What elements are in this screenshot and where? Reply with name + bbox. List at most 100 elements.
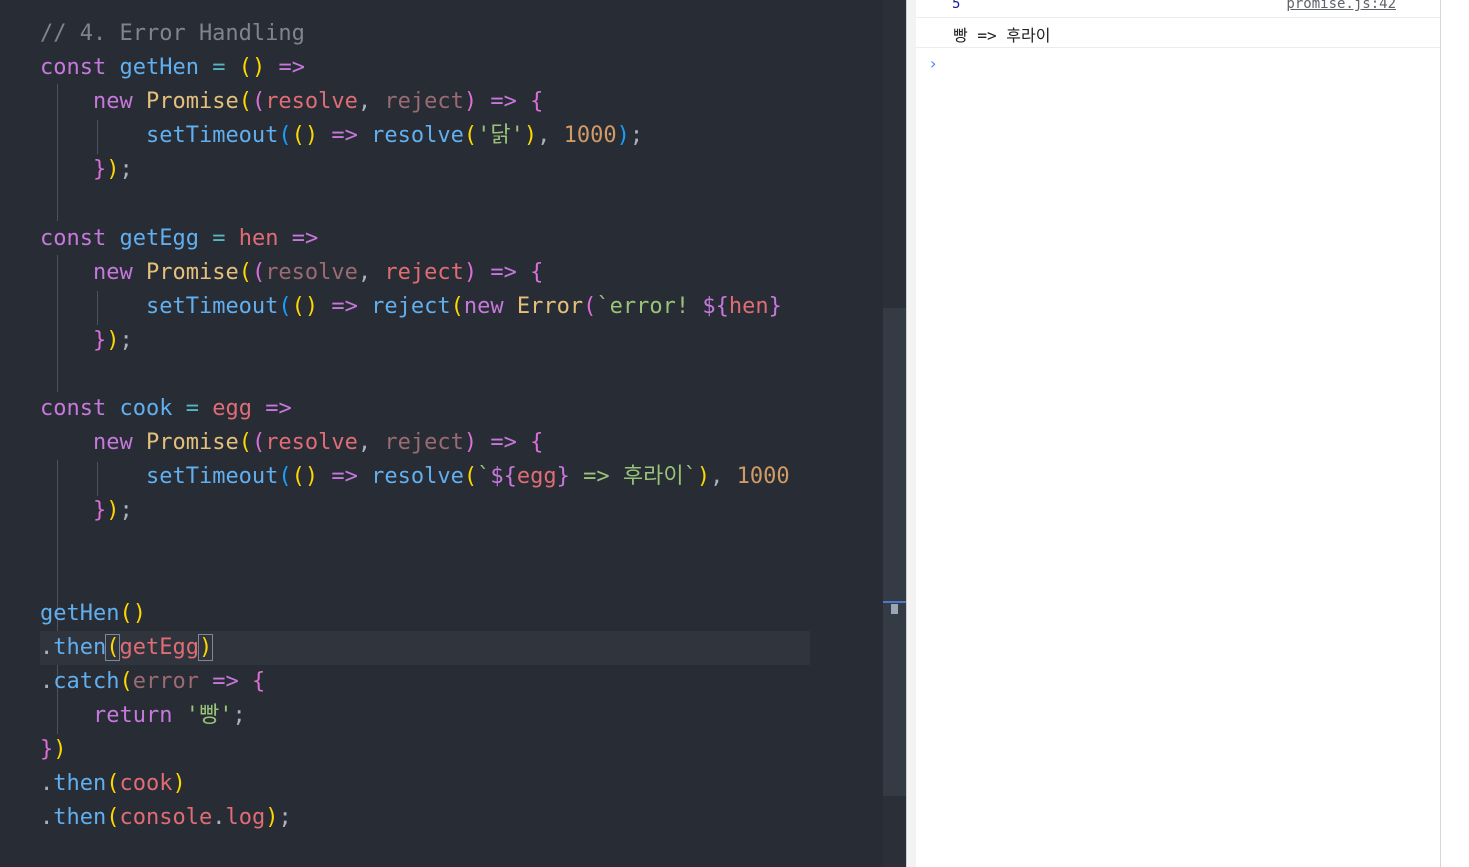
console-message-top: 5 promise.js:42: [916, 0, 1440, 18]
code-token: setTimeout: [145, 123, 279, 149]
code-token: `: [477, 464, 491, 490]
code-line[interactable]: .then(cook): [40, 767, 810, 801]
code-line[interactable]: // 4. Error Handling: [40, 17, 810, 51]
code-token: (: [106, 771, 120, 797]
code-token: {: [530, 430, 544, 456]
code-token: ): [523, 123, 538, 149]
code-token: ): [463, 259, 478, 285]
code-token: ): [265, 805, 279, 831]
code-token: const: [40, 55, 120, 81]
code-line[interactable]: getHen(): [40, 597, 810, 631]
editor-scrollbar[interactable]: [883, 0, 906, 867]
code-line[interactable]: new Promise((resolve, reject) => {: [40, 256, 810, 290]
code-token: ,: [357, 259, 385, 285]
code-line[interactable]: });: [40, 324, 810, 358]
code-token: cook: [119, 396, 173, 422]
code-token: then: [53, 805, 107, 831]
message-repeat-count: 5: [952, 0, 961, 12]
code-token: .: [40, 668, 54, 694]
code-line[interactable]: setTimeout(() => resolve(`${egg} => 후라이`…: [40, 460, 810, 494]
code-line[interactable]: [40, 529, 810, 563]
code-token: =: [172, 396, 213, 422]
code-token: reject: [384, 430, 464, 456]
code-line[interactable]: }): [40, 733, 810, 767]
code-token: (: [119, 668, 133, 694]
code-token: log: [225, 805, 266, 831]
code-token: }: [40, 737, 54, 763]
code-token: getHen: [119, 55, 199, 81]
code-line-current[interactable]: .then(getEgg): [40, 630, 810, 665]
code-token: 1000: [563, 123, 617, 149]
code-line[interactable]: const getEgg = hen =>: [40, 222, 810, 256]
code-token: Promise: [145, 89, 239, 115]
code-line[interactable]: const cook = egg =>: [40, 392, 810, 426]
code-token: (: [463, 464, 478, 490]
code-token: (): [291, 293, 319, 319]
code-line[interactable]: setTimeout(() => reject(new Error(`error…: [40, 290, 810, 324]
scrollbar-thumb[interactable]: [883, 308, 906, 796]
code-token: ;: [278, 805, 292, 831]
code-line[interactable]: });: [40, 494, 810, 528]
code-token: =>: [318, 464, 372, 490]
code-token: 1000: [736, 464, 790, 490]
code-token: }: [92, 157, 107, 183]
code-token: =>: [278, 225, 319, 251]
code-line[interactable]: new Promise((resolve, reject) => {: [40, 426, 810, 460]
code-line[interactable]: return '빵';: [40, 699, 810, 733]
code-token: ;: [119, 327, 133, 353]
code-token: =>: [251, 396, 292, 422]
code-token: (: [251, 430, 266, 456]
console-message-text: 빵 => 후라이: [953, 26, 1051, 45]
console-message: 빵 => 후라이: [916, 18, 1440, 48]
code-token: (: [251, 259, 266, 285]
code-token: .: [40, 634, 54, 660]
code-token: ): [463, 430, 478, 456]
code-token: ): [106, 498, 120, 524]
code-token: (: [463, 123, 478, 149]
code-token: ): [696, 464, 711, 490]
code-token: (: [278, 293, 292, 319]
code-token: =>: [318, 123, 372, 149]
code-editor[interactable]: // 4. Error Handling const getHen = () =>…: [0, 0, 883, 867]
code-token: ): [616, 123, 630, 149]
code-line[interactable]: .then(console.log);: [40, 801, 810, 835]
code-line[interactable]: [40, 188, 810, 222]
code-token: setTimeout: [145, 464, 279, 490]
code-token: cook: [119, 771, 173, 797]
code-token: }: [768, 293, 782, 319]
code-token: =>: [477, 430, 531, 456]
code-line[interactable]: setTimeout(() => resolve('닭'), 1000);: [40, 119, 810, 153]
code-token: ${: [490, 464, 517, 490]
code-token: new: [92, 430, 146, 456]
code-token: (): [291, 464, 319, 490]
code-token: Promise: [145, 430, 239, 456]
code-token: `error!: [596, 293, 703, 319]
code-token: {: [530, 259, 544, 285]
code-line[interactable]: .catch(error => {: [40, 665, 810, 699]
code-line[interactable]: });: [40, 153, 810, 187]
code-token: (): [238, 55, 266, 81]
code-token: getEgg: [119, 225, 199, 251]
code-token: ,: [710, 464, 737, 490]
console-prompt-chevron-icon[interactable]: ›: [930, 54, 936, 73]
message-source-link[interactable]: promise.js:42: [1286, 0, 1396, 12]
code-line[interactable]: const getHen = () =>: [40, 51, 810, 85]
code-token: hen: [728, 293, 769, 319]
code-token: egg: [516, 464, 557, 490]
code-token: ;: [629, 123, 644, 149]
code-token: '빵': [185, 703, 233, 728]
code-area[interactable]: // 4. Error Handling const getHen = () =>…: [40, 0, 810, 867]
code-line[interactable]: new Promise((resolve, reject) => {: [40, 85, 810, 119]
code-line[interactable]: [40, 358, 810, 392]
code-line[interactable]: [40, 563, 810, 597]
code-token: (: [278, 123, 292, 149]
code-token: .: [212, 805, 226, 831]
